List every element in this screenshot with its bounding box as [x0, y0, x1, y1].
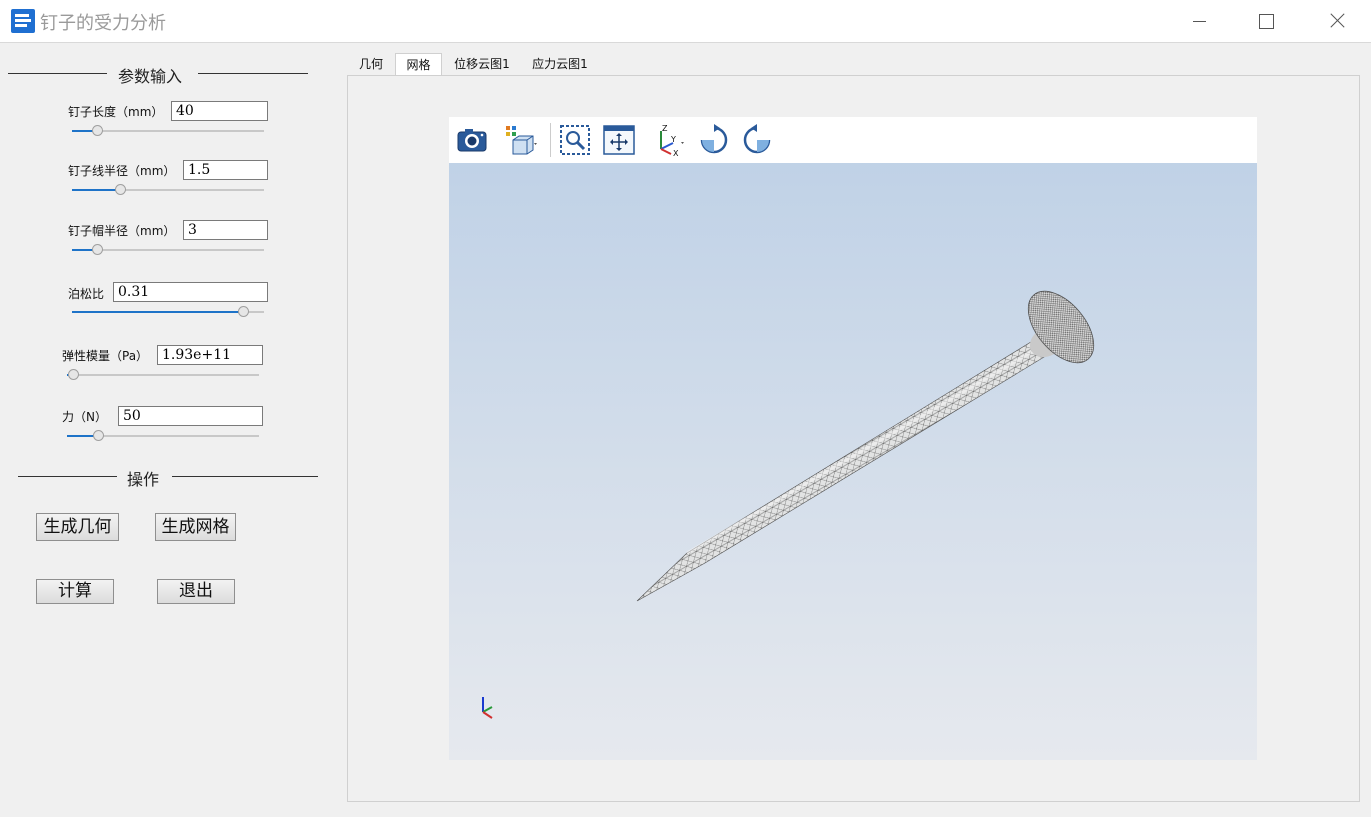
maximize-button[interactable] — [1242, 0, 1288, 43]
nail-length-slider[interactable] — [72, 125, 264, 137]
poisson-ratio-slider[interactable] — [72, 306, 264, 318]
title-bar: 钉子的受力分析 — [0, 0, 1371, 43]
viewer-toolbar: Z Y X — [449, 117, 1257, 163]
slider-thumb[interactable] — [115, 184, 126, 195]
minimize-button[interactable] — [1176, 0, 1222, 43]
poisson-ratio-input[interactable]: 0.31 — [113, 282, 268, 302]
elastic-modulus-slider[interactable] — [67, 369, 259, 381]
tab-displacement-contour[interactable]: 位移云图1 — [447, 53, 517, 75]
slider-thumb[interactable] — [92, 430, 104, 441]
axis-x-label: X — [673, 149, 679, 157]
wire-radius-slider[interactable] — [72, 184, 264, 196]
nail-mesh-model — [636, 290, 1095, 602]
tab-geometry[interactable]: 几何 — [350, 53, 392, 75]
compute-button[interactable]: 计算 — [36, 579, 114, 604]
camera-icon[interactable] — [455, 123, 489, 157]
cap-radius-slider[interactable] — [72, 244, 264, 256]
generate-mesh-button[interactable]: 生成网格 — [155, 513, 236, 541]
toolbar-separator — [550, 123, 551, 157]
nail-length-label: 钉子长度（mm） — [68, 105, 164, 119]
ops-header-label: 操作 — [127, 470, 160, 489]
tab-mesh[interactable]: 网格 — [395, 53, 442, 75]
rotate-clockwise-icon[interactable] — [697, 123, 731, 157]
exit-button[interactable]: 退出 — [157, 579, 235, 604]
app-icon — [11, 9, 35, 33]
window-title: 钉子的受力分析 — [40, 13, 166, 34]
poisson-ratio-label: 泊松比 — [68, 287, 105, 301]
slider-thumb[interactable] — [91, 244, 103, 255]
close-button[interactable] — [1312, 0, 1358, 43]
cap-radius-label: 钉子帽半径（mm） — [68, 224, 176, 238]
mesh-viewer[interactable]: Z Y X — [449, 117, 1257, 760]
rotate-counterclockwise-icon[interactable] — [740, 123, 774, 157]
ops-section-header: 操作 — [18, 466, 318, 489]
slider-thumb[interactable] — [67, 369, 79, 380]
cap-radius-input[interactable]: 3 — [183, 220, 268, 240]
axis-y-label: Y — [670, 135, 676, 144]
tab-stress-contour[interactable]: 应力云图1 — [525, 53, 595, 75]
axes-triad-icon — [482, 697, 493, 719]
generate-geometry-button[interactable]: 生成几何 — [36, 513, 119, 541]
params-section-header: 参数输入 — [8, 63, 308, 86]
wire-radius-label: 钉子线半径（mm） — [68, 164, 176, 178]
force-slider[interactable] — [67, 430, 259, 442]
view-cube-icon[interactable] — [503, 123, 537, 157]
force-input[interactable]: 50 — [118, 406, 263, 426]
axes-orientation-icon[interactable]: Z Y X — [651, 123, 685, 158]
force-label: 力（N） — [62, 410, 107, 424]
fit-all-icon[interactable] — [602, 123, 636, 157]
nail-length-input[interactable]: 40 — [171, 101, 268, 121]
axis-z-label: Z — [662, 124, 668, 133]
wire-radius-input[interactable]: 1.5 — [183, 160, 268, 180]
params-header-label: 参数输入 — [118, 67, 183, 86]
zoom-box-icon[interactable] — [558, 123, 592, 157]
elastic-modulus-input[interactable]: 1.93e+11 — [157, 345, 263, 365]
elastic-modulus-label: 弹性模量（Pa） — [62, 349, 149, 363]
nail-shaft — [636, 336, 1055, 602]
slider-thumb[interactable] — [237, 306, 249, 317]
slider-thumb[interactable] — [91, 125, 103, 136]
